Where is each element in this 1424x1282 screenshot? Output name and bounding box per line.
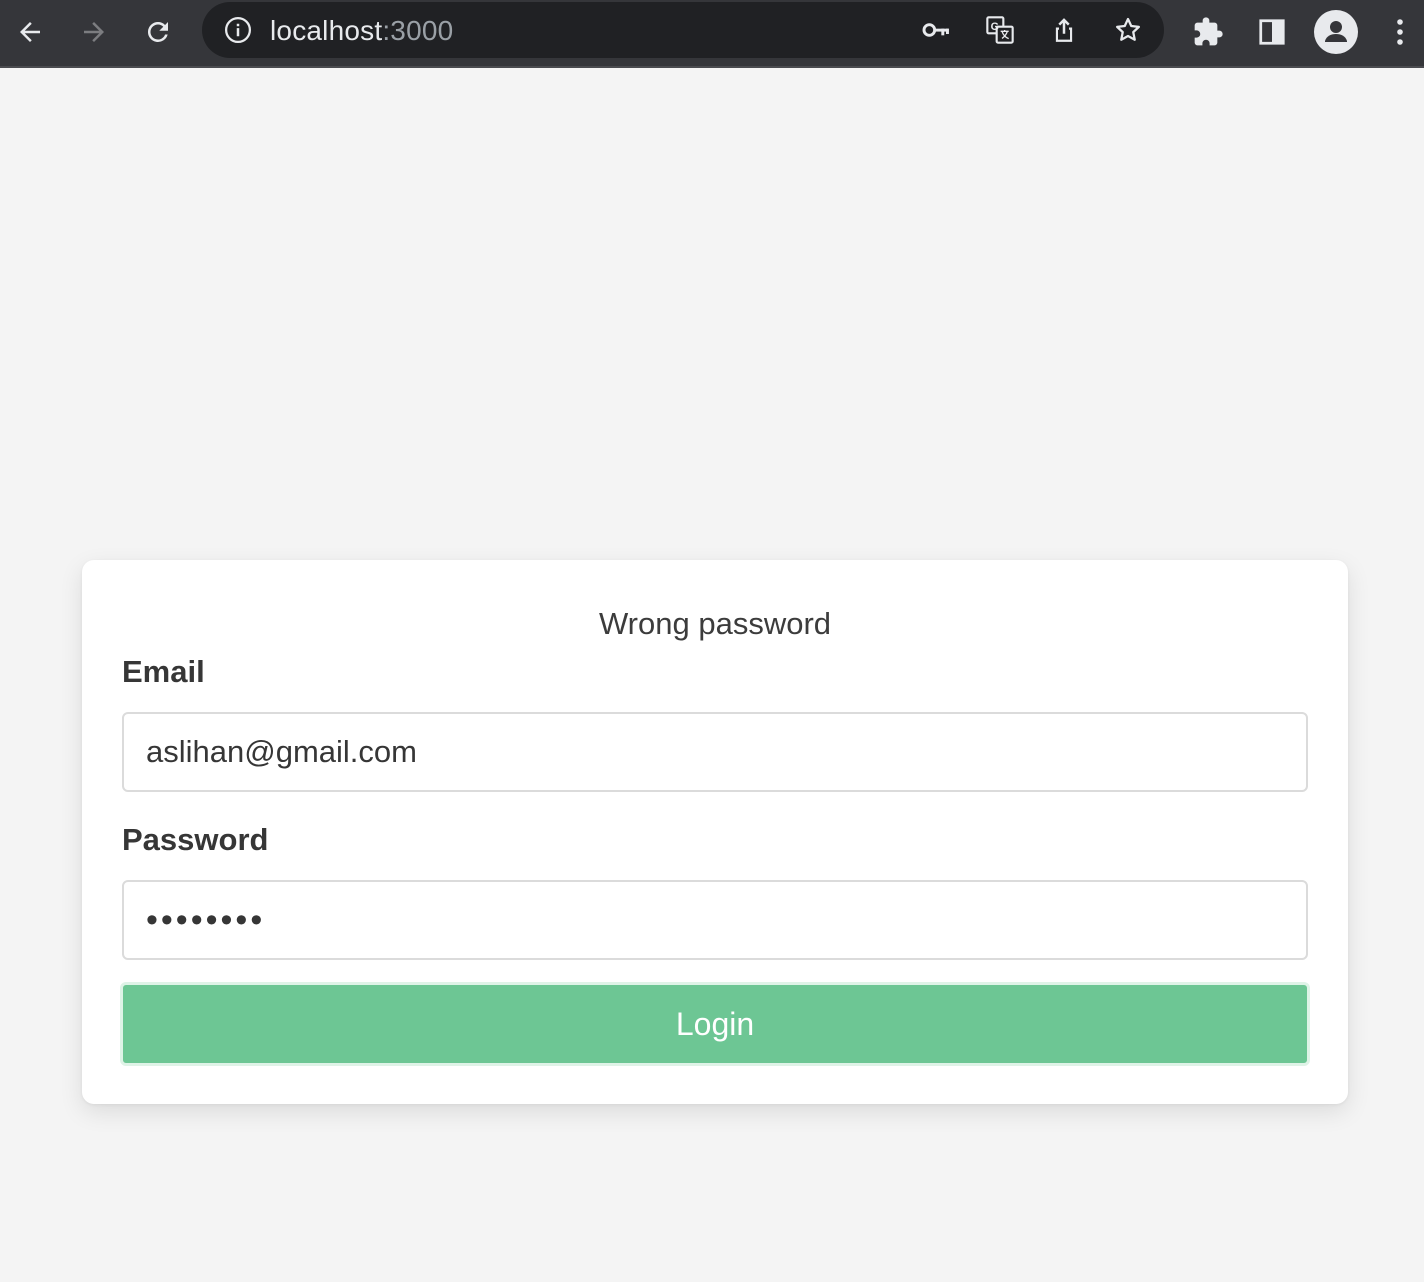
address-bar[interactable]: localhost:3000 G (202, 2, 1164, 58)
password-label: Password (122, 822, 269, 857)
side-panel-icon[interactable] (1250, 10, 1294, 54)
forward-arrow-icon[interactable] (72, 10, 116, 54)
profile-icon[interactable] (1314, 10, 1358, 54)
share-icon[interactable] (1042, 8, 1086, 52)
login-button[interactable]: Login (120, 982, 1310, 1066)
login-card: Wrong password Email Password Login (82, 560, 1348, 1104)
info-icon[interactable] (222, 14, 254, 46)
password-field[interactable] (122, 880, 1308, 960)
email-field[interactable] (122, 712, 1308, 792)
browser-toolbar: localhost:3000 G (0, 0, 1424, 68)
translate-icon[interactable]: G (978, 8, 1022, 52)
star-icon[interactable] (1106, 8, 1150, 52)
puzzle-icon[interactable] (1186, 10, 1230, 54)
url-host: localhost (270, 15, 383, 46)
url-port: :3000 (382, 15, 454, 46)
back-arrow-icon[interactable] (8, 10, 52, 54)
error-message: Wrong password (598, 606, 832, 641)
email-label: Email (122, 654, 205, 689)
kebab-menu-icon[interactable] (1378, 10, 1422, 54)
url-text[interactable]: localhost:3000 (270, 15, 453, 47)
key-icon[interactable] (914, 8, 958, 52)
reload-icon[interactable] (136, 10, 180, 54)
svg-text:G: G (991, 21, 999, 33)
